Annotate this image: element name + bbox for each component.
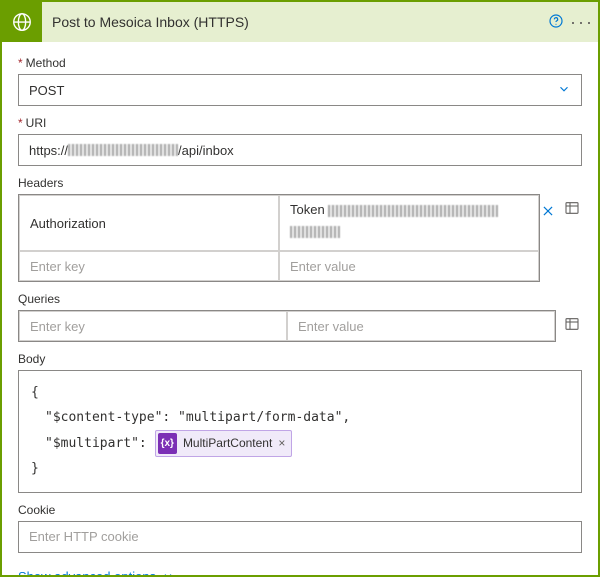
ellipsis-icon: ···: [570, 12, 594, 32]
query-key-placeholder[interactable]: Enter key: [19, 311, 287, 341]
more-button[interactable]: ···: [570, 12, 598, 33]
switch-mode-icon: [564, 200, 580, 216]
uri-prefix: https://: [29, 143, 68, 158]
uri-label: URI: [18, 116, 582, 130]
queries-table: Enter key Enter value: [18, 310, 556, 342]
header-key-cell[interactable]: Authorization: [19, 195, 279, 251]
cookie-input[interactable]: [18, 521, 582, 553]
header-value-obscured-0b: [290, 226, 340, 238]
advanced-label: Show advanced options: [18, 569, 156, 575]
action-icon: [2, 2, 42, 42]
uri-input[interactable]: https:// /api/inbox: [18, 134, 582, 166]
header-key-placeholder[interactable]: Enter key: [19, 251, 279, 281]
header-key-0: Authorization: [30, 216, 106, 231]
http-action-card: Post to Mesoica Inbox (HTTPS) ··· Method…: [0, 0, 600, 577]
body-line-3-prefix: "$multipart":: [45, 436, 155, 451]
uri-field: URI https:// /api/inbox: [18, 116, 582, 166]
queries-switch-mode[interactable]: [564, 316, 582, 335]
method-label: Method: [18, 56, 582, 70]
token-remove[interactable]: ×: [278, 432, 285, 455]
method-field: Method POST: [18, 56, 582, 106]
chevron-down-icon: [557, 82, 571, 99]
body-field: Body { "$content-type": "multipart/form-…: [18, 352, 582, 493]
header-value-placeholder[interactable]: Enter value: [279, 251, 539, 281]
help-button[interactable]: [542, 13, 570, 32]
header-value-obscured-0a: [328, 205, 498, 217]
switch-mode-icon: [564, 316, 580, 332]
fx-icon: {x}: [158, 433, 177, 454]
header-value-cell[interactable]: Token: [279, 195, 539, 251]
header-value-prefix-0: Token: [290, 202, 328, 217]
headers-table: Authorization Token Enter key Enter valu…: [18, 194, 540, 282]
body-line-1: {: [31, 381, 569, 406]
expression-token[interactable]: {x} MultiPartContent ×: [155, 430, 293, 457]
body-line-3: "$multipart": {x} MultiPartContent ×: [31, 430, 569, 457]
show-advanced-options[interactable]: Show advanced options: [18, 569, 174, 575]
cookie-label: Cookie: [18, 503, 582, 517]
help-icon: [548, 13, 564, 29]
card-title: Post to Mesoica Inbox (HTTPS): [42, 14, 542, 30]
body-label: Body: [18, 352, 582, 366]
body-line-2: "$content-type": "multipart/form-data",: [31, 406, 569, 431]
cookie-field: Cookie: [18, 503, 582, 553]
header-row-delete[interactable]: [540, 204, 556, 223]
globe-icon: [11, 11, 33, 33]
body-line-4: }: [31, 457, 569, 482]
chevron-down-icon: [162, 570, 174, 575]
headers-switch-mode[interactable]: [564, 200, 582, 219]
query-value-placeholder[interactable]: Enter value: [287, 311, 555, 341]
method-select[interactable]: POST: [18, 74, 582, 106]
method-value: POST: [29, 83, 64, 98]
card-header: Post to Mesoica Inbox (HTTPS) ···: [2, 2, 598, 42]
close-icon: [541, 204, 555, 218]
card-content: Method POST URI https:// /api/inbox Heade…: [2, 42, 598, 575]
uri-suffix: /api/inbox: [178, 143, 234, 158]
token-label: MultiPartContent: [183, 432, 272, 455]
body-editor[interactable]: { "$content-type": "multipart/form-data"…: [18, 370, 582, 493]
queries-field: Queries Enter key Enter value: [18, 292, 582, 342]
headers-label: Headers: [18, 176, 582, 190]
uri-host-obscured: [68, 144, 178, 156]
queries-label: Queries: [18, 292, 582, 306]
headers-field: Headers Authorization Token Enter key En…: [18, 176, 582, 282]
